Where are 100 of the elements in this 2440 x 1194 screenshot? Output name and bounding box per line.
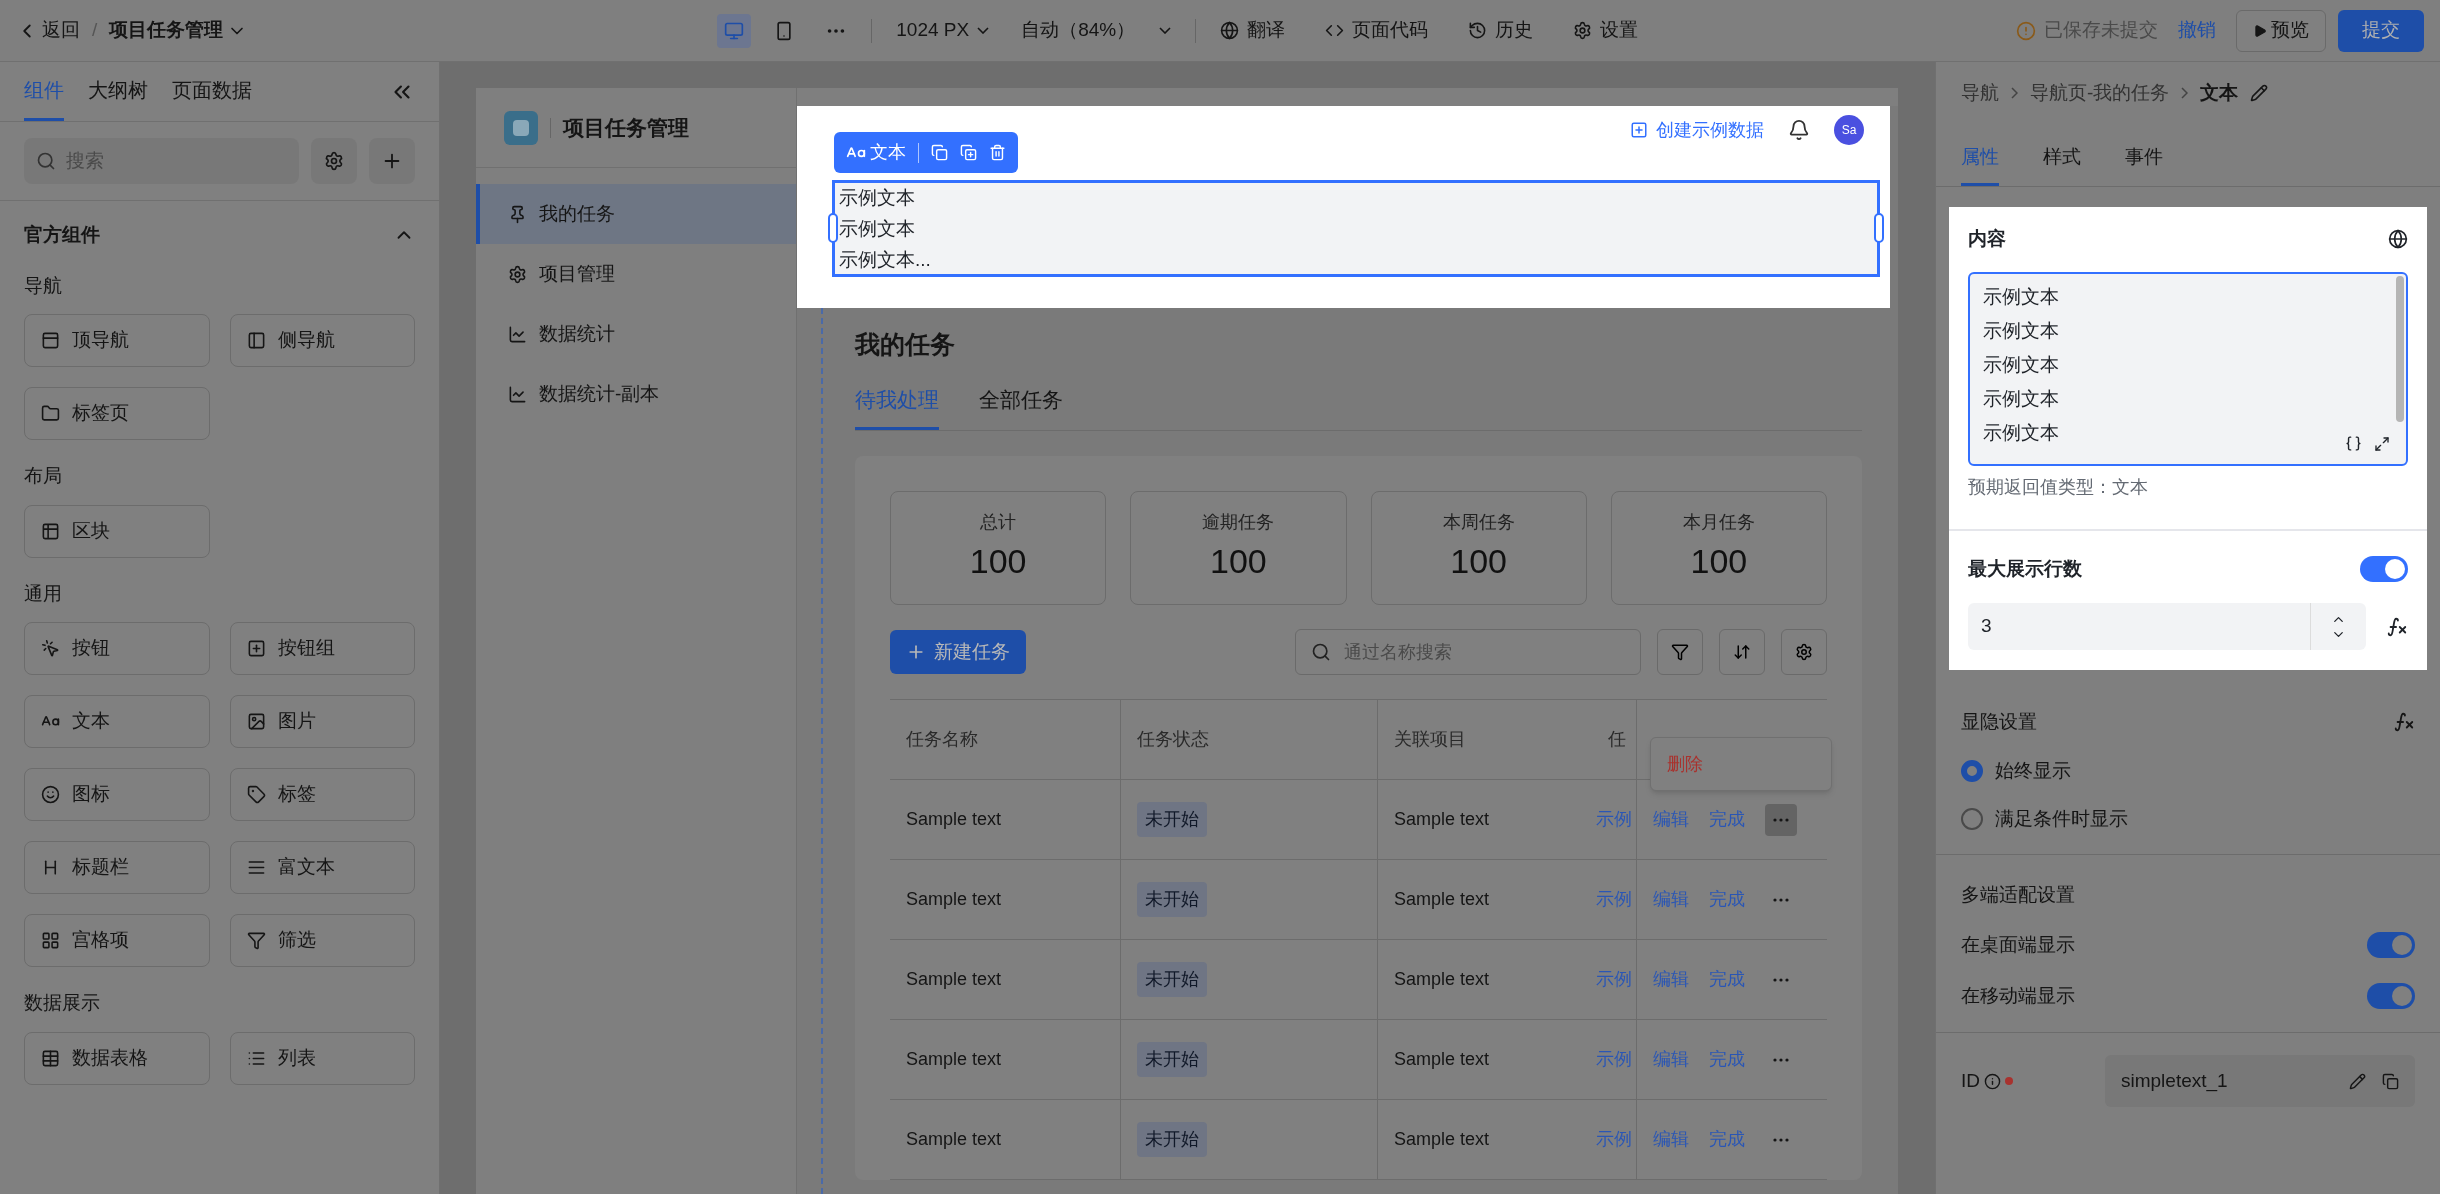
component-item[interactable]: 列表 — [229, 1031, 415, 1085]
sort-button[interactable] — [1719, 629, 1765, 675]
settings-button[interactable] — [311, 138, 357, 184]
toolbar-button[interactable]: 翻译 — [1220, 16, 1286, 45]
plus-square-icon — [1630, 121, 1648, 139]
duplicate-icon[interactable] — [960, 144, 977, 161]
smile-icon — [41, 785, 60, 804]
toolbar-button[interactable]: 页面代码 — [1325, 16, 1429, 45]
toggle-switch[interactable] — [2367, 982, 2415, 1009]
property-tab[interactable]: 事件 — [2125, 142, 2163, 186]
gear-icon — [508, 264, 527, 284]
toolbar-button[interactable]: 设置 — [1573, 16, 1639, 45]
scrollbar[interactable] — [2396, 275, 2404, 422]
column-header: 任务名称 — [906, 728, 978, 751]
panel-top-icon — [41, 331, 60, 350]
settings-button[interactable] — [1781, 629, 1827, 675]
chevron-right-icon — [2011, 87, 2018, 99]
delete-icon[interactable] — [989, 144, 1006, 161]
component-item[interactable]: 按钮组 — [229, 622, 415, 675]
globe-icon[interactable] — [2388, 229, 2408, 250]
breadcrumb-item[interactable]: 导航 — [1961, 78, 1999, 108]
tag-icon — [246, 785, 266, 804]
toggle-label: 在桌面端显示 — [1961, 933, 2075, 957]
stat-value: 100 — [969, 541, 1027, 582]
panel-tab[interactable]: 大纲树 — [88, 62, 148, 121]
component-item[interactable]: 图标 — [24, 768, 210, 821]
column-header: 任 — [1608, 728, 1626, 751]
panel-tab[interactable]: 页面数据 — [172, 62, 252, 121]
group-title: 布局 — [24, 464, 62, 488]
resize-handle[interactable] — [828, 213, 838, 243]
table-cell-text: Sample text — [1394, 888, 1490, 911]
component-item[interactable]: 区块 — [24, 504, 210, 558]
width-dropdown[interactable]: 1024 PX — [896, 16, 990, 45]
toggle-switch[interactable] — [2367, 932, 2415, 959]
toggle-switch[interactable] — [2360, 555, 2408, 582]
more-icon — [1773, 977, 1789, 982]
gear-icon — [324, 151, 344, 171]
component-item[interactable]: 筛选 — [229, 914, 415, 967]
pointer-icon — [41, 639, 60, 658]
edit-icon[interactable] — [2349, 1072, 2366, 1090]
property-tab[interactable]: 样式 — [2043, 142, 2081, 186]
page-tab[interactable]: 全部任务 — [979, 383, 1063, 430]
copy-icon[interactable] — [931, 144, 948, 161]
component-item[interactable]: 侧导航 — [229, 314, 415, 367]
add-button[interactable] — [369, 138, 415, 184]
component-item[interactable]: 标签 — [229, 768, 415, 821]
component-item[interactable]: 富文本 — [229, 841, 415, 894]
number-input[interactable]: 3 — [1968, 603, 2366, 650]
table-cell-text: Sample text — [906, 1048, 1002, 1071]
content-textarea[interactable]: 示例文本 示例文本 示例文本 示例文本 示例文本 — [1968, 271, 2408, 466]
id-field[interactable]: simpletext_1 — [2105, 1055, 2415, 1107]
nav-item[interactable]: 项目管理 — [476, 244, 796, 304]
new-task-button[interactable]: 新建任务 — [890, 630, 1026, 674]
preview-button[interactable]: 预览 — [2236, 9, 2326, 52]
variable-icon[interactable] — [2345, 434, 2362, 452]
bell-icon[interactable] — [1788, 119, 1810, 141]
component-item[interactable]: 图片 — [229, 695, 415, 748]
edit-icon[interactable] — [2250, 84, 2269, 102]
breadcrumb-item[interactable]: 导航页-我的任务 — [2030, 78, 2170, 108]
component-item[interactable]: 数据表格 — [24, 1031, 210, 1085]
expand-icon[interactable] — [2374, 435, 2390, 452]
table-cell-text: Sample text — [906, 808, 1002, 831]
toggle-label: 在移动端显示 — [1961, 983, 2075, 1008]
component-item[interactable]: 标签页 — [24, 387, 210, 440]
grid-icon — [41, 521, 60, 541]
radio-button[interactable] — [1961, 808, 1983, 831]
function-icon[interactable] — [2386, 615, 2408, 638]
zoom-dropdown[interactable]: 自动（84%） — [1021, 16, 1172, 45]
app-title-dropdown[interactable]: 项目任务管理 — [109, 16, 248, 45]
component-item[interactable]: 标题栏 — [24, 841, 210, 894]
status-tag: 未开始 — [1137, 802, 1207, 837]
component-item[interactable]: 文本 — [24, 695, 210, 748]
toolbar-button[interactable]: 历史 — [1468, 16, 1534, 45]
avatar[interactable]: Sa — [1834, 115, 1864, 145]
table-cell-text: Sample text — [906, 968, 1002, 991]
page-title: 我的任务 — [855, 329, 955, 360]
table-cell-text: Sample text — [906, 1128, 1002, 1151]
back-button[interactable]: 返回 — [16, 16, 80, 45]
component-item[interactable]: 按钮 — [24, 622, 210, 675]
nav-item[interactable]: 数据统计 — [476, 304, 796, 364]
monitor-icon — [724, 20, 745, 41]
more-button[interactable] — [1765, 803, 1797, 836]
filter-button[interactable] — [1657, 629, 1703, 675]
stat-value: 100 — [1450, 541, 1507, 582]
table-cell-text: Sample text — [1394, 1048, 1490, 1071]
resize-handle[interactable] — [1874, 213, 1884, 243]
radio-option[interactable]: 满足条件时显示 — [1961, 805, 2128, 834]
nav-item[interactable]: 数据统计-副本 — [476, 364, 796, 424]
table-cell-text: Sample text — [1394, 968, 1490, 991]
copy-icon[interactable] — [2382, 1072, 2399, 1090]
nav-item[interactable]: 我的任务 — [476, 184, 796, 244]
more-icon — [1773, 1057, 1789, 1062]
radio-option[interactable]: 始终显示 — [1961, 756, 2071, 785]
submit-button[interactable]: 提交 — [2338, 9, 2424, 52]
radio-button[interactable] — [1961, 759, 1983, 782]
component-item[interactable]: 顶导航 — [24, 314, 210, 367]
create-sample-link[interactable]: 创建示例数据 — [1630, 116, 1764, 144]
component-item[interactable]: 宫格项 — [24, 914, 210, 967]
table-icon — [41, 1048, 60, 1068]
hint-text: 预期返回值类型：文本 — [1968, 475, 2148, 499]
